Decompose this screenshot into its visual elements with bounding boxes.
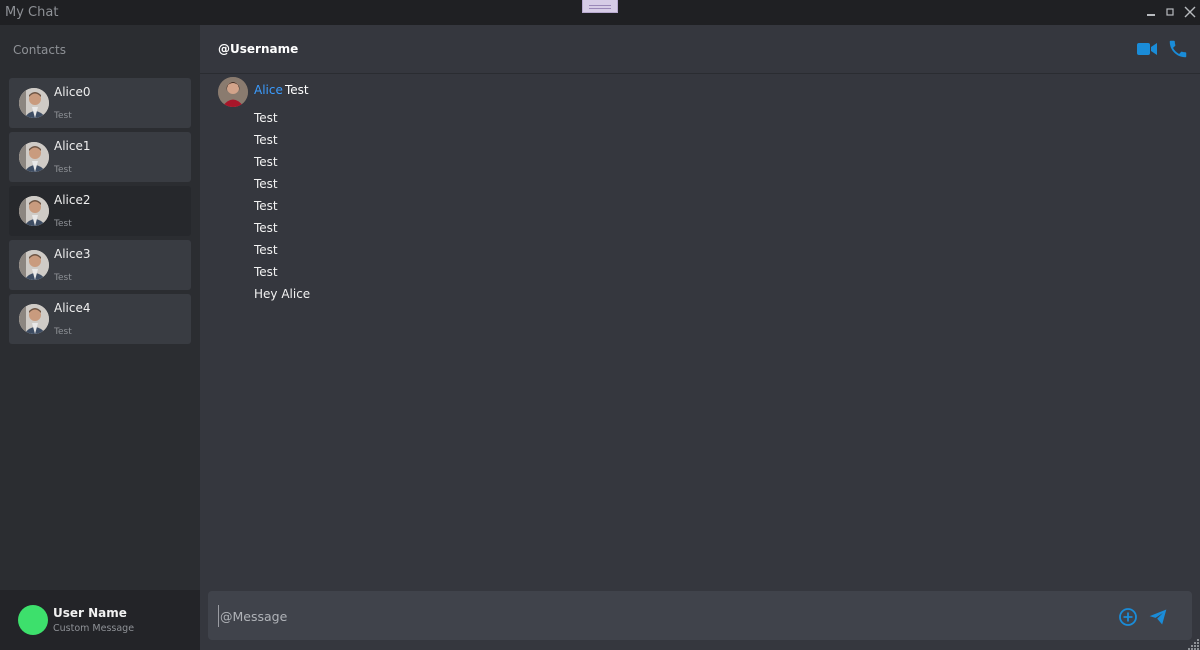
send-icon[interactable] [1148, 607, 1168, 627]
contact-preview: Test [54, 219, 72, 229]
message-list: Alice Test Test Test Test Test Test Test… [218, 75, 1178, 305]
add-circle-icon[interactable] [1118, 607, 1138, 627]
message-text: Test [285, 83, 309, 97]
contact-item-alice3[interactable]: Alice3 Test [9, 240, 191, 290]
contact-name: Alice2 [54, 193, 91, 207]
contact-avatar [19, 142, 49, 172]
contact-preview: Test [54, 111, 72, 121]
contact-name: Alice3 [54, 247, 91, 261]
contact-name: Alice1 [54, 139, 91, 153]
minimize-button[interactable] [1143, 4, 1159, 20]
minimize-icon [1147, 14, 1155, 16]
message-text: Hey Alice [254, 287, 311, 301]
close-button[interactable] [1182, 4, 1198, 20]
close-icon [1184, 6, 1196, 18]
contact-name: Alice0 [54, 85, 91, 99]
message-text: Test [254, 133, 278, 147]
contact-avatar [19, 196, 49, 226]
current-user-panel[interactable]: User Name Custom Message [0, 590, 200, 650]
title-bar[interactable]: My Chat [0, 0, 1200, 25]
message-text: Test [254, 111, 278, 125]
contact-item-alice4[interactable]: Alice4 Test [9, 294, 191, 344]
message-author-avatar[interactable] [218, 77, 248, 107]
contacts-header: Contacts [13, 43, 66, 57]
contact-item-alice1[interactable]: Alice1 Test [9, 132, 191, 182]
contact-item-alice0[interactable]: Alice0 Test [9, 78, 191, 128]
message-author-name[interactable]: Alice [254, 83, 283, 97]
contact-name: Alice4 [54, 301, 91, 315]
message-text: Test [254, 265, 278, 279]
contact-avatar [19, 250, 49, 280]
contact-item-alice2[interactable]: Alice2 Test [9, 186, 191, 236]
contact-list: Alice0 Test Alice1 Test Alice2 Test Alic… [9, 78, 191, 348]
message-composer [208, 591, 1192, 640]
resize-grip-icon[interactable] [1188, 638, 1200, 650]
message-text: Test [254, 221, 278, 235]
contact-avatar [19, 88, 49, 118]
chat-header: @Username [200, 25, 1200, 74]
phone-call-icon[interactable] [1167, 38, 1189, 60]
user-avatar-status [18, 605, 48, 635]
message-text: Test [254, 243, 278, 257]
message-group-header: Alice Test [218, 75, 1178, 107]
chat-username: @Username [218, 42, 299, 56]
maximize-button[interactable] [1162, 4, 1178, 20]
contact-preview: Test [54, 165, 72, 175]
message-text: Test [254, 155, 278, 169]
contact-avatar [19, 304, 49, 334]
user-custom-message: Custom Message [53, 623, 135, 634]
chat-panel: @Username Alice Test Test Test Test Test… [200, 25, 1200, 650]
drag-handle[interactable] [582, 0, 618, 13]
contact-preview: Test [54, 273, 72, 283]
sidebar: Contacts Alice0 Test Alice1 Test Alice2 … [0, 25, 200, 650]
video-call-icon[interactable] [1136, 38, 1158, 60]
message-text: Test [254, 177, 278, 191]
window-title: My Chat [5, 5, 59, 20]
maximize-icon [1166, 8, 1174, 16]
message-input[interactable] [218, 605, 1098, 627]
message-text: Test [254, 199, 278, 213]
app-window: My Chat Contacts Alice0 Test Alice1 Test… [0, 0, 1200, 650]
user-name: User Name [53, 606, 127, 620]
contact-preview: Test [54, 327, 72, 337]
